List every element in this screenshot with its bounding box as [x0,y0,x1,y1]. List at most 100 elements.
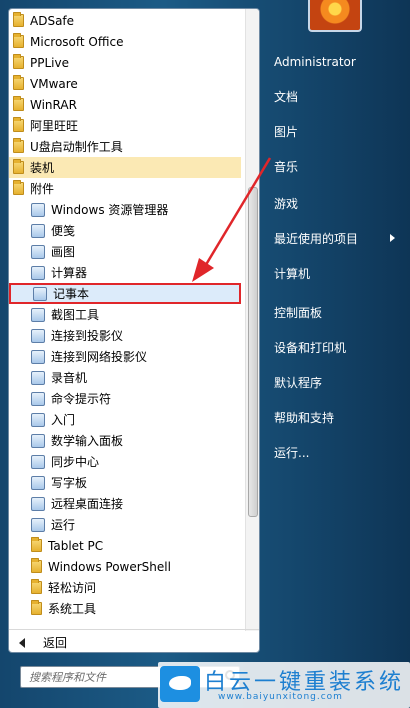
program-item[interactable]: 命令提示符 [9,388,241,409]
folder-icon [13,54,24,69]
program-item-label: 计算器 [51,266,88,280]
program-item-label: 阿里旺旺 [30,119,79,133]
right-menu-item-label: 游戏 [274,196,299,211]
program-icon [31,496,45,511]
program-item[interactable]: 数学输入面板 [9,430,241,451]
twitter-bird-icon [160,666,200,702]
program-item[interactable]: Tablet PC [9,535,241,556]
program-item[interactable]: 计算器 [9,262,241,283]
program-item[interactable]: 入门 [9,409,241,430]
program-item[interactable]: 画图 [9,241,241,262]
program-item[interactable]: 写字板 [9,472,241,493]
program-item[interactable]: Windows PowerShell [9,556,241,577]
right-menu-item-label: 设备和打印机 [274,340,347,355]
program-icon [31,349,45,364]
right-menu-item[interactable]: 设备和打印机 [274,337,400,357]
program-item[interactable]: 截图工具 [9,304,241,325]
program-item-label: 命令提示符 [51,392,112,406]
program-icon [31,391,45,406]
program-icon [31,475,45,490]
folder-icon [13,12,24,27]
watermark: 白云一键重装系统 www.baiyunxitong.com [158,662,410,708]
program-item-label: 连接到投影仪 [51,329,124,343]
program-item-label: 入门 [51,413,76,427]
program-item[interactable]: U盘启动制作工具 [9,136,241,157]
back-label: 返回 [43,636,68,650]
program-item[interactable]: 连接到投影仪 [9,325,241,346]
program-item-label: 连接到网络投影仪 [51,350,148,364]
program-item[interactable]: 附件 [9,178,241,199]
folder-icon [13,138,24,153]
program-item[interactable]: 连接到网络投影仪 [9,346,241,367]
program-item[interactable]: VMware [9,73,241,94]
right-menu-item[interactable]: 运行... [274,442,400,462]
program-item-label: PPLive [30,55,69,70]
back-button[interactable]: 返回 [9,629,259,652]
program-item[interactable]: Microsoft Office [9,31,241,52]
watermark-url: www.baiyunxitong.com [218,692,343,702]
right-menu-item[interactable]: Administrator [274,52,400,72]
program-item[interactable]: 远程桌面连接 [9,493,241,514]
program-item[interactable]: Windows 资源管理器 [9,199,241,220]
search-placeholder: 搜索程序和文件 [29,671,106,684]
program-item-label: 远程桌面连接 [51,497,124,511]
program-item[interactable]: WinRAR [9,94,241,115]
right-menu-item[interactable]: 文档 [274,86,400,106]
right-menu-item-label: 最近使用的项目 [274,231,359,246]
program-item-label: 同步中心 [51,455,100,469]
right-menu-item[interactable]: 计算机 [274,263,400,283]
program-item-label: 轻松访问 [48,581,97,595]
program-item[interactable]: 运行 [9,514,241,535]
folder-icon [31,600,42,615]
programs-scrollbar[interactable] [245,9,259,631]
program-item-label: U盘启动制作工具 [30,140,123,154]
scrollbar-thumb[interactable] [248,187,258,517]
right-menu-item[interactable]: 音乐 [274,156,400,176]
program-item[interactable]: 装机 [9,157,241,178]
program-icon [31,202,45,217]
folder-icon [31,579,42,594]
right-menu-item-label: 文档 [274,89,299,104]
program-item[interactable]: ADSafe [9,10,241,31]
program-item-label: VMware [30,76,78,91]
right-menu-item[interactable]: 帮助和支持 [274,407,400,427]
program-item-label: 装机 [30,161,55,175]
program-item[interactable]: 记事本 [9,283,241,304]
programs-panel: ADSafe Microsoft Office PPLive VMware WinRAR… [8,8,260,653]
folder-icon [13,96,24,111]
program-item-label: 记事本 [53,287,90,301]
program-icon [31,307,45,322]
right-menu-item[interactable]: 默认程序 [274,372,400,392]
program-icon [31,433,45,448]
program-icon [31,517,45,532]
program-item[interactable]: 录音机 [9,367,241,388]
program-item[interactable]: 轻松访问 [9,577,241,598]
program-icon [31,412,45,427]
program-icon [31,223,45,238]
program-item[interactable]: 同步中心 [9,451,241,472]
folder-icon [13,117,24,132]
right-menu-item[interactable]: 控制面板 [274,302,400,322]
right-menu-item[interactable]: 最近使用的项目 [274,228,400,248]
program-item[interactable]: 便笺 [9,220,241,241]
right-menu-item-label: 音乐 [274,159,299,174]
program-icon [31,244,45,259]
right-menu-item-label: 控制面板 [274,305,323,320]
program-item-label: 数学输入面板 [51,434,124,448]
folder-icon [31,558,42,573]
right-menu-item[interactable]: 游戏 [274,193,400,213]
right-menu-item-label: Administrator [274,55,356,69]
back-arrow-icon [19,637,25,648]
program-item-label: 附件 [30,182,55,196]
program-item[interactable]: 系统工具 [9,598,241,619]
program-item[interactable]: 阿里旺旺 [9,115,241,136]
right-menu-item[interactable]: 图片 [274,121,400,141]
right-menu-item-label: 图片 [274,124,299,139]
program-item-label: 截图工具 [51,308,100,322]
program-icon [31,265,45,280]
program-item-label: ADSafe [30,13,75,28]
program-item-label: WinRAR [30,97,77,112]
folder-icon [13,75,24,90]
program-item[interactable]: PPLive [9,52,241,73]
folder-icon [13,33,24,48]
